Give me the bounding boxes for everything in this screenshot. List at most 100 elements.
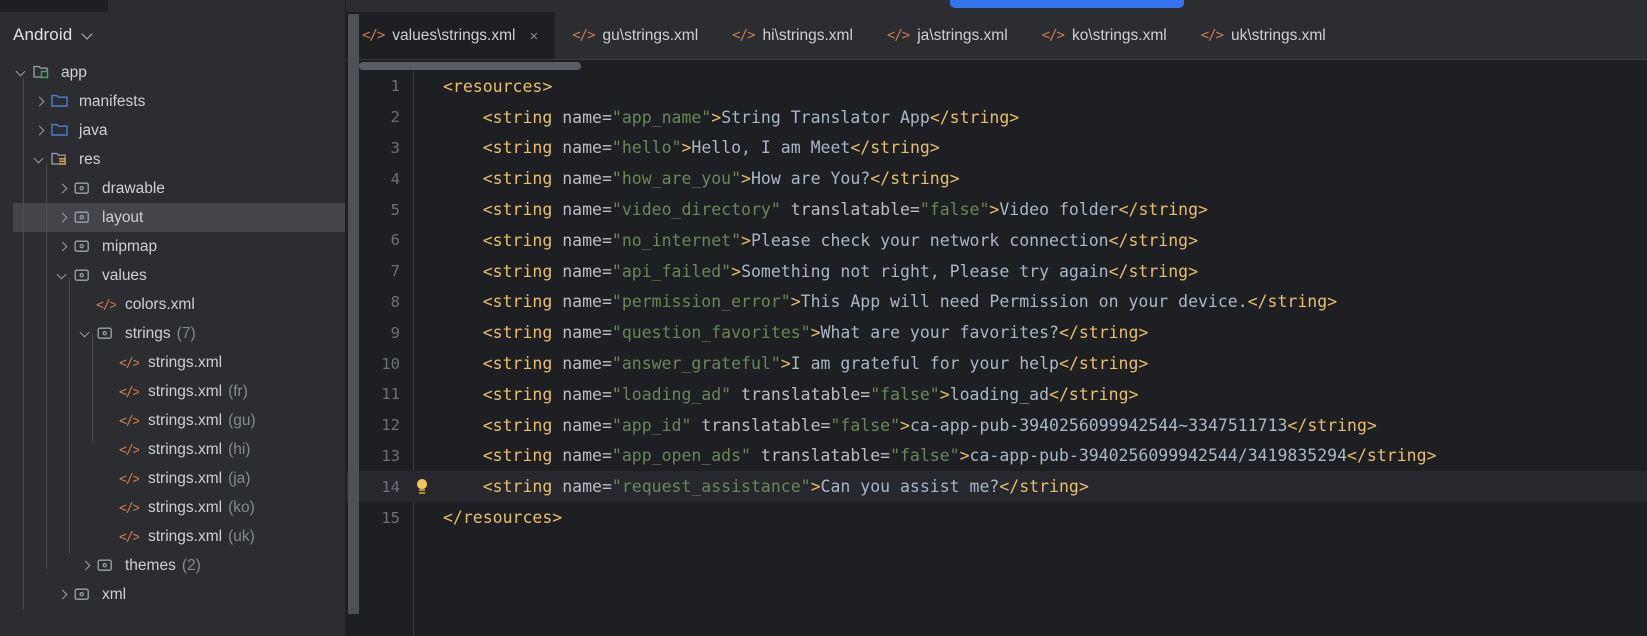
- tree-item-strings-xml[interactable]: </> strings.xml (ko): [0, 493, 345, 522]
- chevron-down-icon[interactable]: [82, 28, 95, 41]
- tree-item-colors-xml[interactable]: </> colors.xml: [0, 290, 345, 319]
- tree-item-values[interactable]: values: [0, 261, 345, 290]
- code-token-tag: </string>: [1347, 446, 1437, 466]
- tree-item-strings-xml[interactable]: </> strings.xml (ja): [0, 464, 345, 493]
- code-token-tag: <string: [482, 261, 553, 281]
- code-line[interactable]: 9 <string name="question_favorites">What…: [345, 317, 1647, 348]
- code-line[interactable]: 13 <string name="app_open_ads" translata…: [345, 441, 1647, 472]
- code-token-val: "video_directory": [611, 200, 781, 220]
- code-line[interactable]: 7 <string name="api_failed">Something no…: [345, 256, 1647, 287]
- tree-item-themes[interactable]: themes (2): [0, 551, 345, 580]
- tree-item-manifests[interactable]: manifests: [0, 87, 345, 116]
- code-line-text: <string name="api_failed">Something not …: [443, 262, 1647, 281]
- tree-item-layout[interactable]: layout: [13, 203, 345, 232]
- code-token-tag: >: [780, 354, 791, 374]
- chevron-right-icon[interactable]: [54, 180, 72, 198]
- editor-horizontal-scrollbar[interactable]: [345, 60, 1647, 71]
- code-token-tag: <string: [482, 477, 553, 497]
- svg-text:</>: </>: [119, 414, 139, 429]
- chevron-right-icon[interactable]: [31, 122, 49, 140]
- code-line[interactable]: 11 <string name="loading_ad" translatabl…: [345, 379, 1647, 410]
- svg-text:</>: </>: [119, 356, 139, 371]
- code-line-text: <string name="app_id" translatable="fals…: [443, 416, 1647, 435]
- editor-tab-label: ko\strings.xml: [1071, 27, 1167, 44]
- editor-tab-ko-strings-xml[interactable]: </> ko\strings.xml: [1025, 12, 1184, 60]
- code-line[interactable]: 15 </resources>: [345, 502, 1647, 533]
- code-line[interactable]: 6 <string name="no_internet">Please chec…: [345, 225, 1647, 256]
- code-token-tag: </string>: [870, 169, 960, 189]
- code-token-tag: >: [900, 415, 910, 435]
- tree-item-label: layout: [102, 208, 144, 226]
- tree-item-res[interactable]: res: [0, 145, 345, 174]
- top-strip: [0, 0, 1647, 12]
- code-token-tag: <string: [482, 138, 553, 158]
- code-token-attr: translatable=: [780, 200, 920, 220]
- code-token-attr: name=: [552, 415, 612, 435]
- code-token-tag: </string>: [1058, 323, 1149, 343]
- code-token-tag: </resources>: [443, 508, 563, 528]
- tree-item-label: res: [79, 150, 101, 168]
- run-configuration-pill[interactable]: [950, 0, 1184, 8]
- code-token-val: "app_open_ads": [611, 446, 751, 466]
- tree-item-strings-xml[interactable]: </> strings.xml (gu): [0, 406, 345, 435]
- code-token-tag: </string>: [1118, 200, 1208, 220]
- chevron-down-icon[interactable]: [13, 64, 31, 82]
- code-token-attr: name=: [552, 323, 612, 343]
- tree-item-strings-xml[interactable]: </> strings.xml (uk): [0, 522, 345, 551]
- tree-item-strings[interactable]: strings (7): [0, 319, 345, 348]
- code-line-text: <string name="app_name">String Translato…: [443, 108, 1647, 127]
- code-token-attr: name=: [552, 384, 612, 404]
- code-line[interactable]: 5 <string name="video_directory" transla…: [345, 194, 1647, 225]
- folder-blue-icon: [50, 92, 74, 112]
- code-line[interactable]: 12 <string name="app_id" translatable="f…: [345, 410, 1647, 441]
- tree-item-xml[interactable]: xml: [0, 580, 345, 609]
- code-line[interactable]: 4 <string name="how_are_you">How are You…: [345, 163, 1647, 194]
- close-icon[interactable]: ×: [529, 29, 538, 44]
- resource-folder-icon: [96, 324, 120, 344]
- tree-item-qualifier: (7): [176, 324, 196, 342]
- code-token-tag: </string>: [1108, 261, 1199, 281]
- project-tree-scrollbar[interactable]: [348, 14, 359, 614]
- tree-item-drawable[interactable]: drawable: [0, 174, 345, 203]
- editor-tab-gu-strings-xml[interactable]: </> gu\strings.xml: [555, 12, 715, 60]
- tree-item-mipmap[interactable]: mipmap: [0, 232, 345, 261]
- tree-item-qualifier: (uk): [228, 527, 255, 545]
- tree-item-java[interactable]: java: [0, 116, 345, 145]
- code-token-tag: <string: [482, 446, 553, 466]
- chevron-right-icon[interactable]: [77, 557, 95, 575]
- editor-tab-label: values\strings.xml: [392, 27, 516, 44]
- editor-tab-uk-strings-xml[interactable]: </> uk\strings.xml: [1184, 12, 1343, 60]
- code-line[interactable]: 10 <string name="answer_grateful">I am g…: [345, 348, 1647, 379]
- editor-horizontal-scrollbar-thumb[interactable]: [359, 62, 581, 70]
- chevron-right-icon[interactable]: [54, 586, 72, 604]
- lightbulb-intention-icon[interactable]: [400, 478, 443, 495]
- code-line[interactable]: 8 <string name="permission_error">This A…: [345, 287, 1647, 318]
- project-view-selector[interactable]: Android: [0, 12, 345, 57]
- code-line-text: <string name="loading_ad" translatable="…: [443, 385, 1647, 404]
- editor-tab-hi-strings-xml[interactable]: </> hi\strings.xml: [715, 12, 870, 60]
- chevron-right-icon[interactable]: [54, 238, 72, 256]
- chevron-right-icon[interactable]: [54, 209, 72, 227]
- code-line[interactable]: 3 <string name="hello">Hello, I am Meet<…: [345, 133, 1647, 164]
- tree-item-strings-xml[interactable]: </> strings.xml: [0, 348, 345, 377]
- editor-tab-bar: </> values\strings.xml × </> gu\strings.xml <…: [345, 12, 1647, 60]
- editor-tab-values-strings-xml[interactable]: </> values\strings.xml ×: [345, 12, 556, 60]
- code-token-tag: </string>: [1108, 230, 1199, 250]
- code-area[interactable]: 1 <resources> 2 <string name="app_name">St…: [345, 71, 1647, 636]
- editor-tab-ja-strings-xml[interactable]: </> ja\strings.xml: [870, 12, 1025, 60]
- tree-item-strings-xml[interactable]: </> strings.xml (hi): [0, 435, 345, 464]
- tree-item-strings-xml[interactable]: </> strings.xml (fr): [0, 377, 345, 406]
- code-line[interactable]: 1 <resources>: [345, 71, 1647, 102]
- sidebar-editor-divider[interactable]: [345, 0, 346, 636]
- code-line[interactable]: 2 <string name="app_name">String Transla…: [345, 102, 1647, 133]
- code-token-body: ca-app-pub-3940256099942544~3347511713: [909, 415, 1288, 435]
- chevron-right-icon[interactable]: [31, 93, 49, 111]
- tree-item-app[interactable]: app: [0, 58, 345, 87]
- code-token-tag: </string>: [1058, 354, 1149, 374]
- project-tree: app manifests java res drawable layout mipmap v…: [0, 57, 345, 609]
- resource-folder-icon: [73, 179, 97, 199]
- code-line[interactable]: 14 <string name="request_assistance">Can…: [345, 471, 1647, 503]
